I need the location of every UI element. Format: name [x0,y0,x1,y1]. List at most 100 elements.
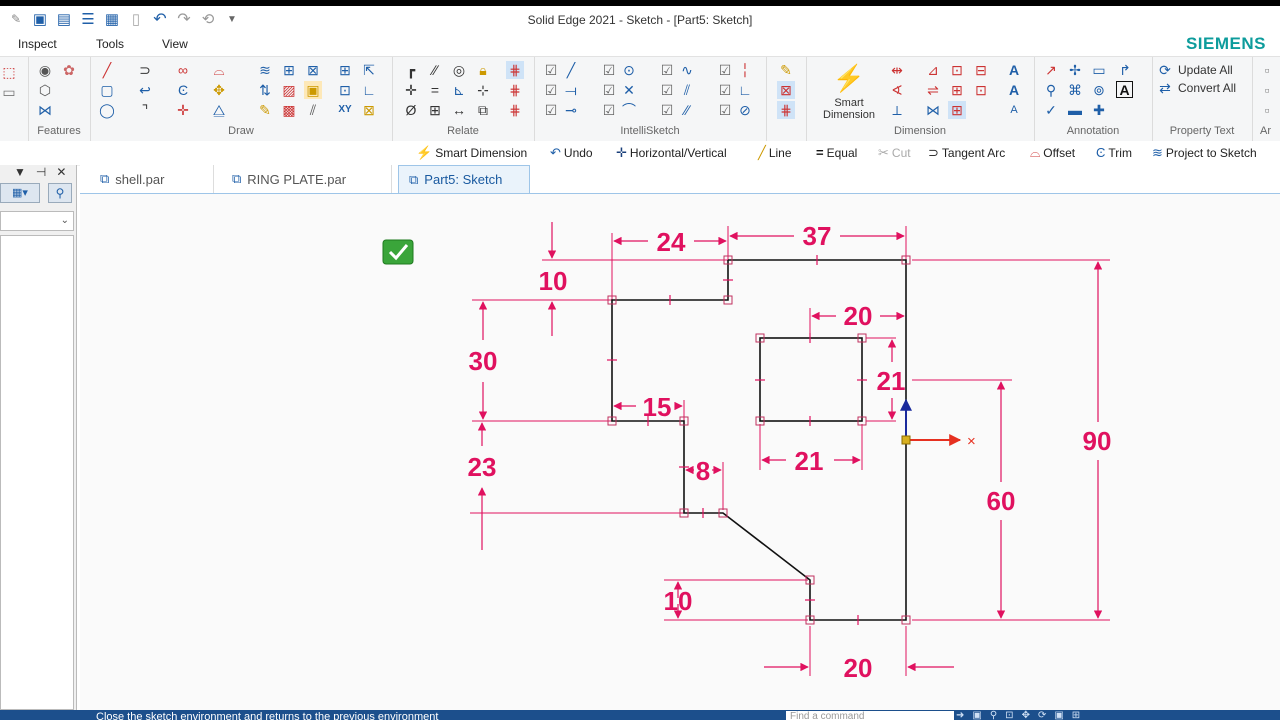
overflow-3-icon[interactable]: ▫ [1258,101,1276,119]
select-tool-icon[interactable]: ▭ [0,83,18,101]
line-icon[interactable]: ╱ [98,61,116,79]
gear-feature-icon[interactable]: ✿ [60,61,78,79]
coordinate-dimension-icon[interactable]: ⟂ [888,101,906,119]
dim-30[interactable]: 30 [469,346,498,376]
select-icon[interactable]: ⬚ [0,63,18,81]
symmetric-icon[interactable]: ⊹ [474,81,492,99]
offset-icon[interactable]: ≋ [256,61,274,79]
edge-icon[interactable]: ⊘ [736,101,754,119]
hexagon-icon[interactable]: ⬡ [36,81,54,99]
cmd-trim[interactable]: Ͼ Trim [1096,145,1132,160]
update-all-button[interactable]: Update All [1178,63,1233,77]
parallel-icon[interactable]: ∕∕ [426,61,444,79]
view-mode-dropdown[interactable]: ▦▾ [0,183,40,203]
zoom-region-icon[interactable]: ⊡ [336,81,354,99]
perpendicular-icon[interactable]: ⊾ [450,81,468,99]
pan-icon[interactable]: ✥ [1022,711,1030,720]
relationship-assistant-icon[interactable]: ⋕ [506,101,524,119]
check-vertical-icon[interactable]: ☑ [716,61,734,79]
weld-symbol-icon[interactable]: ✓ [1042,101,1060,119]
copy-attributes-icon[interactable]: ⊞ [948,81,966,99]
arrow-right-icon[interactable]: ➜ [956,711,964,720]
fill-pattern-icon[interactable]: ▩ [280,101,298,119]
point-icon[interactable]: ✛ [174,101,192,119]
pathfinder-tree[interactable] [0,235,74,710]
text-style-icon[interactable]: A [1005,61,1023,79]
corner-icon[interactable]: ⌝ [136,101,154,119]
angular-coordinate-icon[interactable]: ⊿ [924,61,942,79]
check-point-on-icon[interactable]: ☑ [542,101,560,119]
convert-all-button[interactable]: Convert All [1178,81,1236,95]
rotate-icon[interactable]: ⟳ [1038,711,1046,720]
fillet-icon[interactable]: ⌓ [210,61,228,79]
update-all-icon[interactable]: ⟳ [1156,61,1174,79]
overflow-2-icon[interactable]: ▫ [1258,81,1276,99]
display-icon[interactable]: ▣ [1054,711,1063,720]
distance-between-icon[interactable]: ⇹ [888,61,906,79]
split-icon[interactable]: ⫽ [304,101,322,119]
horizontal-vertical-icon[interactable]: ✛ [402,81,420,99]
check-intersection-icon[interactable]: ☑ [600,81,618,99]
inner-rectangle[interactable] [759,337,863,422]
pattern-icon[interactable]: ⋈ [36,101,54,119]
silhouette-icon[interactable]: ⌒ [620,101,638,119]
tangent-curve-icon[interactable]: ∿ [678,61,696,79]
maintain-relationships-icon[interactable]: ⋕ [506,81,524,99]
check-angle-icon[interactable]: ☑ [658,101,676,119]
smart-dimension-icon[interactable]: ⚡ [832,63,866,93]
find-command-input[interactable]: Find a command [786,711,954,720]
check-tangent-icon[interactable]: ☑ [658,61,676,79]
connect-icon[interactable]: ┏ [402,61,420,79]
fit-icon[interactable]: ⋕ [777,101,795,119]
xy-icon[interactable]: XY [336,101,354,119]
relationship-handles-icon[interactable]: ⋕ [506,61,524,79]
cursor-move-icon[interactable]: ⇱ [360,61,378,79]
center-point-icon[interactable]: ⊙ [620,61,638,79]
project-icon[interactable]: ⊠ [304,61,322,79]
stack-icon[interactable]: ⋈ [924,101,942,119]
rigid-set-icon[interactable]: ⊞ [426,101,444,119]
midpoint-icon[interactable]: ⟞ [562,81,580,99]
dim-20-bottom[interactable]: 20 [844,653,873,683]
dim-90[interactable]: 90 [1083,426,1112,456]
attach-icon[interactable]: ⇌ [924,81,942,99]
circle-icon[interactable]: ◯ [98,101,116,119]
dim-10-bottom[interactable]: 10 [664,586,693,616]
chamfer-dimension-icon[interactable]: ⊟ [972,61,990,79]
vertical-icon[interactable]: ╎ [736,61,754,79]
dim-20-inner[interactable]: 20 [844,301,873,331]
connector-icon[interactable]: ✚ [1090,101,1108,119]
tab-part5-sketch[interactable]: ⧉ Part5: Sketch [398,165,530,193]
menu-view[interactable]: View [162,37,188,51]
filter-dropdown[interactable]: ⌄ [0,211,74,231]
l-shape-icon[interactable]: ∟ [360,81,378,99]
cmd-line[interactable]: ╱ Line [758,145,792,161]
callout-icon[interactable]: ✢ [1066,61,1084,79]
fill-icon[interactable]: ▣ [304,81,322,99]
tangent-icon[interactable]: Ø [402,101,420,119]
fit-view-icon[interactable]: ⊡ [1005,711,1013,720]
cmd-equal[interactable]: = Equal [816,145,857,160]
zoom-icon[interactable]: ⚲ [990,711,997,720]
concentric-icon[interactable]: ◎ [450,61,468,79]
overflow-icon[interactable]: ▫ [1258,61,1276,79]
surface-texture-icon[interactable]: ⊚ [1090,81,1108,99]
menu-tools[interactable]: Tools [96,37,124,51]
pencil-icon[interactable]: ✎ [256,101,274,119]
cmd-horizontal-vertical[interactable]: ✛ Horizontal/Vertical [616,145,727,161]
check-endpoint-icon[interactable]: ☑ [542,61,560,79]
trim-icon[interactable]: Ͼ [174,81,192,99]
dim-21-horizontal[interactable]: 21 [795,446,824,476]
pin-icon[interactable]: ⊣ [36,165,46,179]
cmd-project-to-sketch[interactable]: ≋ Project to Sketch [1152,145,1257,161]
dim-10-top[interactable]: 10 [539,266,568,296]
dim-37[interactable]: 37 [803,221,832,251]
text-small-icon[interactable]: A [1005,101,1023,119]
menu-inspect[interactable]: Inspect [18,37,57,51]
close-sketch-icon[interactable]: ⊠ [777,81,795,99]
parallel-lines-icon[interactable]: ⫽ [678,81,696,99]
cmd-smart-dimension[interactable]: ⚡ Smart Dimension [416,145,527,161]
text-bold-icon[interactable]: A [1005,81,1023,99]
perpendicular-corner-icon[interactable]: ∟ [736,81,754,99]
check-perpendicular-icon[interactable]: ☑ [716,81,734,99]
